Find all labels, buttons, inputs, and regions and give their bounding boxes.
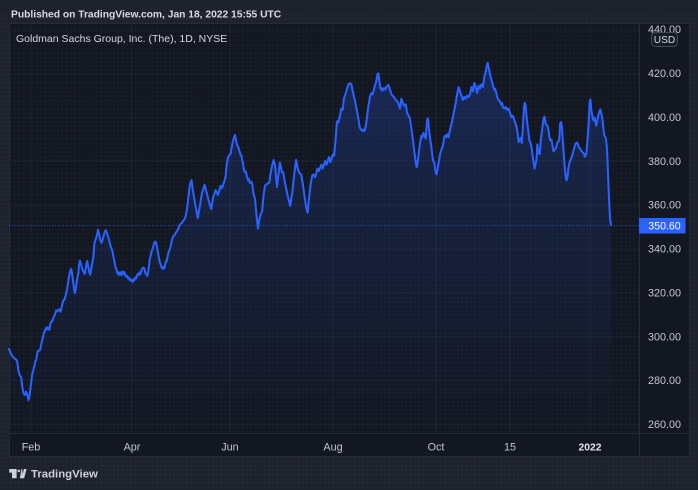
svg-text:350.60: 350.60 <box>648 221 681 233</box>
svg-text:Jun: Jun <box>221 441 238 453</box>
svg-text:Feb: Feb <box>22 441 41 453</box>
svg-text:Aug: Aug <box>323 441 342 453</box>
svg-text:380.00: 380.00 <box>648 156 681 168</box>
svg-text:420.00: 420.00 <box>648 68 681 80</box>
svg-text:340.00: 340.00 <box>648 244 681 256</box>
svg-text:Oct: Oct <box>428 441 445 453</box>
svg-text:2022: 2022 <box>579 442 602 453</box>
svg-text:Apr: Apr <box>124 441 141 453</box>
svg-text:300.00: 300.00 <box>648 331 681 343</box>
svg-text:15: 15 <box>504 441 516 453</box>
svg-text:Goldman Sachs Group, Inc. (The: Goldman Sachs Group, Inc. (The), 1D, NYS… <box>16 33 227 45</box>
svg-text:320.00: 320.00 <box>648 287 681 299</box>
svg-text:360.00: 360.00 <box>648 200 681 212</box>
svg-text:280.00: 280.00 <box>648 375 681 387</box>
svg-text:TradingView: TradingView <box>31 468 98 480</box>
svg-text:400.00: 400.00 <box>648 112 681 124</box>
svg-text:USD: USD <box>654 35 676 46</box>
svg-text:Published on TradingView.com,: Published on TradingView.com, Jan 18, 20… <box>11 9 282 20</box>
svg-text:260.00: 260.00 <box>648 419 681 431</box>
